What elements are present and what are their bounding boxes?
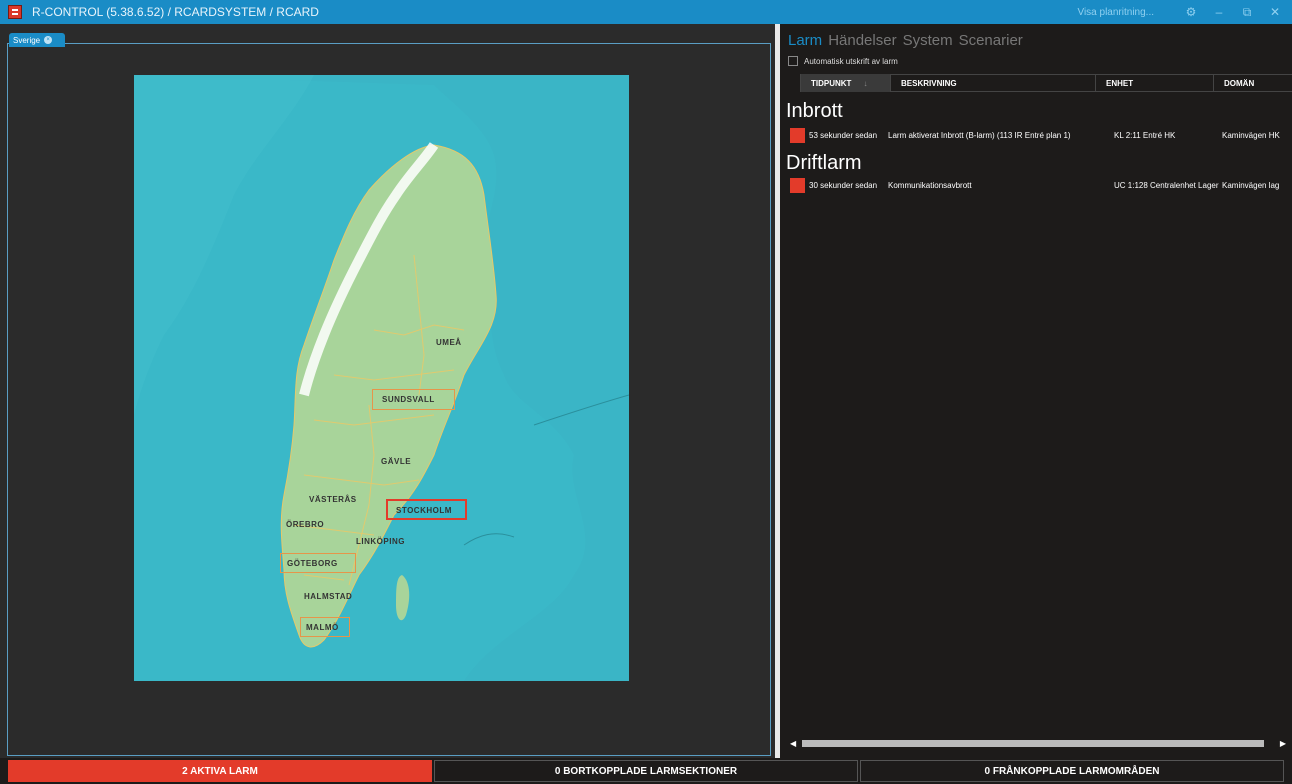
column-header-enhet[interactable]: ENHET bbox=[1095, 74, 1213, 92]
city-label[interactable]: MALMÖ bbox=[306, 623, 339, 632]
city-label[interactable]: ÖREBRO bbox=[286, 520, 324, 529]
horizontal-scrollbar[interactable]: ◀ ▶ bbox=[790, 738, 1286, 748]
sweden-map[interactable]: UMEÅ SUNDSVALL GÄVLE VÄSTERÅS STOCKHOLM … bbox=[134, 75, 629, 681]
alarm-row[interactable]: 53 sekunder sedan Larm aktiverat Inbrott… bbox=[790, 127, 1292, 143]
tab-handelser[interactable]: Händelser bbox=[828, 32, 896, 49]
scroll-left-icon[interactable]: ◀ bbox=[790, 739, 800, 748]
city-label[interactable]: GÖTEBORG bbox=[287, 559, 338, 568]
alarm-unit: UC 1:128 Centralenhet Lager bbox=[1114, 180, 1219, 190]
city-label[interactable]: GÄVLE bbox=[381, 457, 411, 466]
minimize-button[interactable]: – bbox=[1208, 0, 1230, 24]
map-pane: Sverige × UMEÅ SUNDSVALL GÄVLE VÄSTERÅS … bbox=[0, 24, 775, 758]
close-icon[interactable]: × bbox=[44, 36, 53, 44]
tab-label: Sverige bbox=[13, 35, 41, 45]
column-label: BESKRIVNING bbox=[901, 78, 957, 88]
tab-larm[interactable]: Larm bbox=[788, 32, 822, 49]
alarm-nav: Larm Händelser System Scenarier bbox=[788, 32, 1023, 49]
disabled-sections-button[interactable]: 0 BORTKOPPLADE LARMSEKTIONER bbox=[434, 760, 858, 782]
auto-print-label: Automatisk utskrift av larm bbox=[804, 56, 898, 66]
arrow-down-icon: ↓ bbox=[863, 78, 868, 88]
alarm-time: 53 sekunder sedan bbox=[809, 130, 878, 140]
tab-sverige[interactable]: Sverige × bbox=[9, 33, 65, 47]
window-title: R-CONTROL (5.38.6.52) / RCARDSYSTEM / RC… bbox=[32, 5, 319, 19]
alarm-status-indicator bbox=[790, 127, 805, 143]
app-icon bbox=[8, 5, 22, 19]
column-label: TIDPUNKT bbox=[811, 78, 852, 88]
alarm-table-header: TIDPUNKT ↓ BESKRIVNING ENHET DOMÄN bbox=[800, 74, 1292, 92]
alarm-unit: KL 2:11 Entré HK bbox=[1114, 130, 1176, 140]
city-label[interactable]: SUNDSVALL bbox=[382, 395, 435, 404]
tab-scenarier[interactable]: Scenarier bbox=[959, 32, 1023, 49]
city-label[interactable]: STOCKHOLM bbox=[396, 506, 452, 515]
city-label[interactable]: UMEÅ bbox=[436, 338, 462, 347]
alarm-time: 30 sekunder sedan bbox=[809, 180, 878, 190]
map-graphic bbox=[134, 75, 629, 681]
alarm-description: Larm aktiverat Inbrott (B-larm) (113 IR … bbox=[888, 130, 1071, 140]
title-bar: R-CONTROL (5.38.6.52) / RCARDSYSTEM / RC… bbox=[0, 0, 1292, 24]
status-bar: 2 AKTIVA LARM 0 BORTKOPPLADE LARMSEKTION… bbox=[0, 758, 1292, 784]
city-label[interactable]: VÄSTERÅS bbox=[309, 495, 357, 504]
alarm-domain: Kaminvägen HK bbox=[1222, 130, 1280, 140]
column-header-doman[interactable]: DOMÄN bbox=[1213, 74, 1292, 92]
scroll-track[interactable] bbox=[800, 739, 1276, 747]
show-floorplan-link[interactable]: Visa planritning... bbox=[1077, 7, 1154, 18]
column-label: DOMÄN bbox=[1224, 78, 1255, 88]
city-label[interactable]: LINKÖPING bbox=[356, 537, 405, 546]
column-header-beskrivning[interactable]: BESKRIVNING bbox=[890, 74, 1095, 92]
column-label: ENHET bbox=[1106, 78, 1134, 88]
auto-print-checkbox[interactable] bbox=[788, 56, 798, 66]
scroll-thumb[interactable] bbox=[802, 739, 1264, 747]
alarm-pane: Larm Händelser System Scenarier Automati… bbox=[780, 24, 1292, 758]
disabled-areas-button[interactable]: 0 FRÅNKOPPLADE LARMOMRÅDEN bbox=[860, 760, 1284, 782]
group-title-inbrott: Inbrott bbox=[786, 100, 843, 122]
column-header-tidpunkt[interactable]: TIDPUNKT ↓ bbox=[800, 74, 890, 92]
tab-system[interactable]: System bbox=[903, 32, 953, 49]
active-alarms-button[interactable]: 2 AKTIVA LARM bbox=[8, 760, 432, 782]
city-label[interactable]: HALMSTAD bbox=[304, 592, 352, 601]
gear-icon[interactable]: ⚙ bbox=[1180, 0, 1202, 24]
alarm-domain: Kaminvägen lag bbox=[1222, 180, 1280, 190]
auto-print-option[interactable]: Automatisk utskrift av larm bbox=[788, 56, 898, 66]
alarm-row[interactable]: 30 sekunder sedan Kommunikationsavbrott … bbox=[790, 177, 1292, 193]
restore-button[interactable]: ⧉ bbox=[1236, 0, 1258, 24]
group-title-driftlarm: Driftlarm bbox=[786, 152, 862, 174]
scroll-right-icon[interactable]: ▶ bbox=[1276, 739, 1286, 748]
close-button[interactable]: ✕ bbox=[1264, 0, 1286, 24]
alarm-status-indicator bbox=[790, 177, 805, 193]
alarm-description: Kommunikationsavbrott bbox=[888, 180, 972, 190]
